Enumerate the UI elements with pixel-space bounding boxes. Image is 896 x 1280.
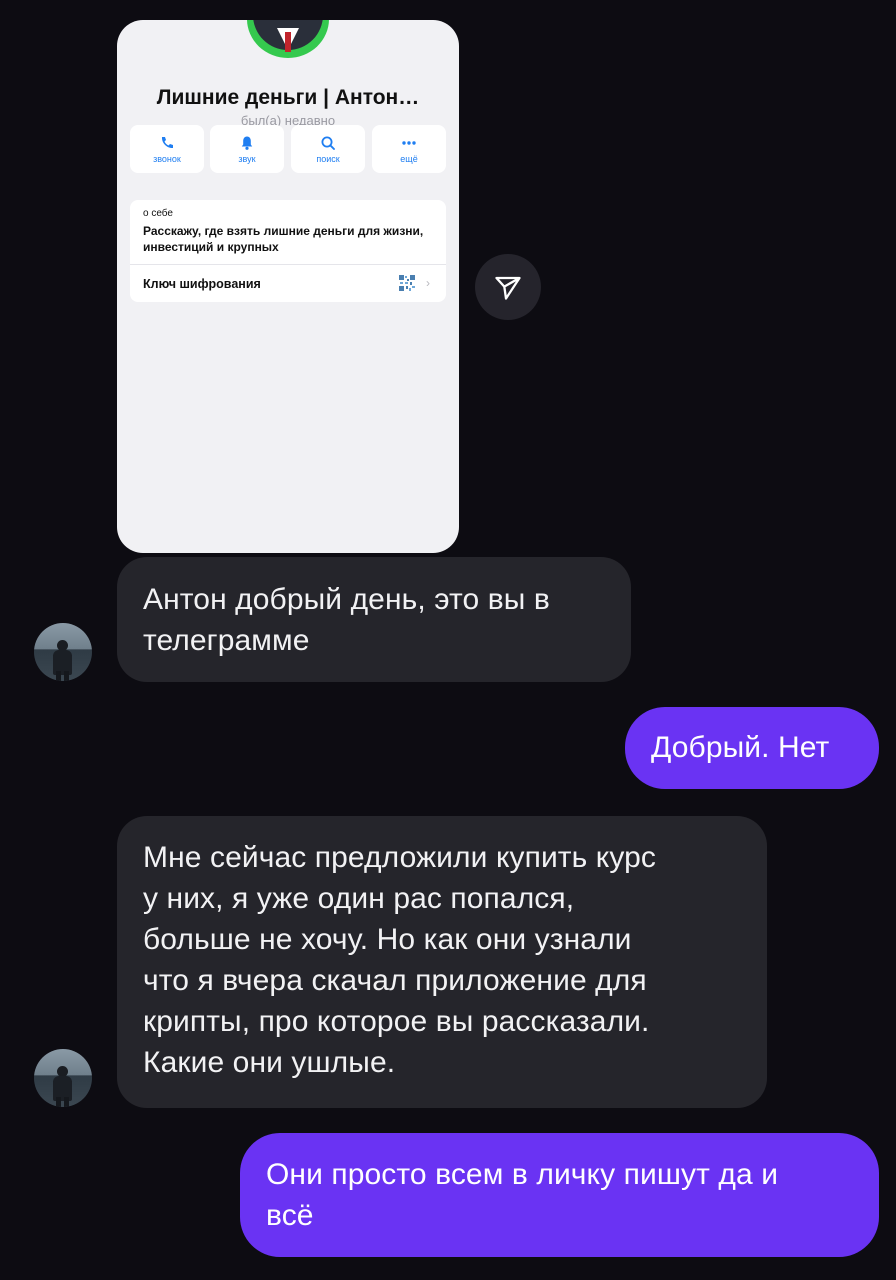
message-outgoing[interactable]: Они просто всем в личку пишут да и всё [240, 1133, 879, 1257]
about-text: Расскажу, где взять лишние деньги для жи… [143, 224, 424, 254]
search-button: поиск [291, 125, 365, 173]
profile-name: Лишние деньги | Антон… [156, 86, 420, 109]
send-icon [495, 276, 521, 300]
profile-actions: звонок звук поиск ещё [130, 125, 446, 173]
search-icon [321, 136, 335, 150]
encryption-key-label: Ключ шифрования [143, 277, 261, 291]
phone-icon [161, 136, 173, 148]
chevron-right-icon: › [426, 276, 430, 290]
profile-avatar [247, 20, 329, 58]
qr-code-icon [398, 274, 416, 292]
message-text: Добрый. Нет [651, 731, 830, 764]
share-button[interactable] [475, 254, 541, 320]
call-button: звонок [130, 125, 204, 173]
shared-screenshot[interactable]: Лишние деньги | Антон… был(а) недавно зв… [117, 20, 459, 553]
message-outgoing[interactable]: Добрый. Нет [625, 707, 879, 789]
more-button: ещё [372, 125, 446, 173]
message-incoming[interactable]: Антон добрый день, это вы в телеграмме [117, 557, 631, 682]
sender-avatar[interactable] [34, 623, 92, 681]
sound-button: звук [210, 125, 284, 173]
message-text: Мне сейчас предложили купить курс у них,… [143, 841, 657, 1079]
message-text: Антон добрый день, это вы в телеграмме [143, 583, 550, 657]
about-label: о себе [143, 208, 173, 219]
bell-icon [241, 136, 253, 150]
profile-info-card: о себе Расскажу, где взять лишние деньги… [130, 200, 446, 302]
sender-avatar[interactable] [34, 1049, 92, 1107]
message-incoming[interactable]: Мне сейчас предложили купить курс у них,… [117, 816, 767, 1108]
message-text: Они просто всем в личку пишут да и всё [266, 1158, 779, 1232]
more-icon [402, 140, 416, 145]
divider [130, 264, 446, 265]
